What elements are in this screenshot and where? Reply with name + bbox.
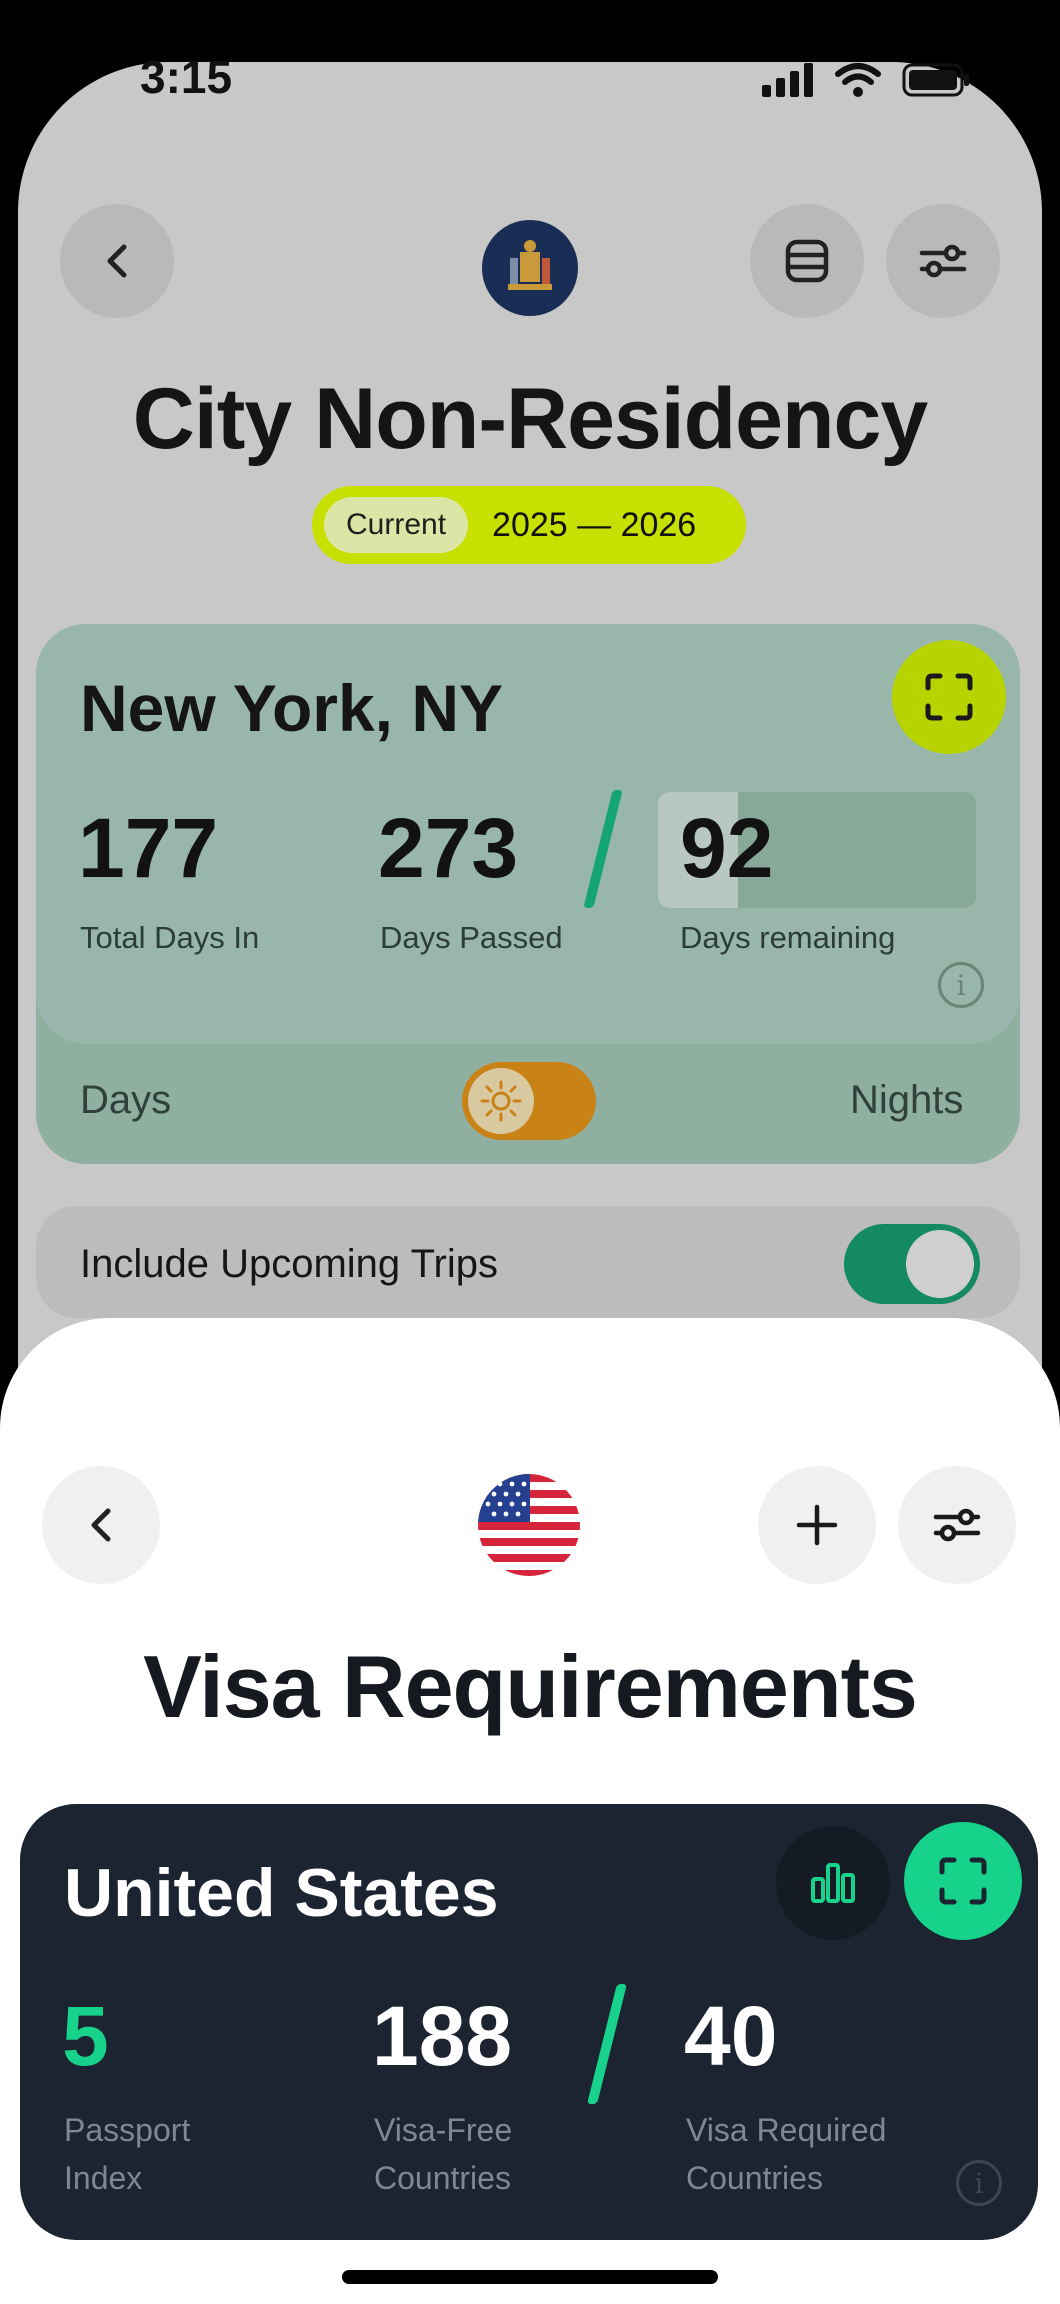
days-passed-label: Days Passed [380,920,563,955]
crest-icon [508,240,552,290]
status-icons [762,62,970,98]
fullscreen-icon [939,1857,987,1905]
sheet-settings-button[interactable] [898,1466,1016,1584]
info-icon[interactable]: i [938,962,984,1008]
current-badge: Current [324,497,469,553]
add-button[interactable] [758,1466,876,1584]
info-icon[interactable]: i [956,2160,1002,2206]
visa-free-value: 188 [372,1989,513,2083]
sheet-title: Visa Requirements [143,1637,918,1736]
back-button[interactable] [60,204,174,318]
statistics-button[interactable] [776,1826,890,1940]
total-days-value: 177 [78,801,219,895]
visa-required-value: 40 [684,1989,778,2083]
days-remaining-value: 92 [680,801,774,895]
sheet-back-button[interactable] [42,1466,160,1584]
nights-label: Nights [850,1078,964,1122]
list-view-button[interactable] [750,204,864,318]
passport-index-label-line1: Passport [64,2112,191,2148]
days-nights-toggle[interactable] [462,1062,596,1140]
battery-icon [902,63,969,97]
total-days-label: Total Days In [80,920,260,955]
upcoming-trips-label: Include Upcoming Trips [80,1242,498,1286]
toggle-knob [906,1230,974,1298]
settings-button[interactable] [886,204,1000,318]
bar-chart-icon [811,1863,855,1903]
plus-icon [796,1504,838,1546]
visa-required-label-line1: Visa Required [686,2112,887,2148]
visa-required-label-line2: Countries [686,2160,823,2196]
sliders-icon [919,244,967,278]
visa-free-label-line1: Visa-Free [374,2112,513,2148]
period-selector[interactable]: Current 2025 — 2026 [312,486,746,564]
sliders-icon [933,1508,981,1542]
cellular-signal-icon [762,63,813,97]
days-passed-value: 273 [378,801,519,895]
city-name: New York, NY [80,671,504,745]
passport-index-label-line2: Index [64,2160,143,2196]
upcoming-trips-toggle[interactable] [844,1224,980,1304]
status-time: 3:15 [140,51,233,103]
passport-index-value: 5 [62,1989,109,2083]
home-indicator[interactable] [342,2270,718,2284]
visa-free-label-line2: Countries [374,2160,511,2196]
back-chevron-icon [107,244,127,278]
expand-button[interactable] [892,640,1006,754]
toggle-knob [468,1068,534,1134]
days-label: Days [80,1078,172,1122]
days-remaining-label: Days remaining [680,920,896,955]
state-crest-icon [482,220,578,316]
us-flag-icon [478,1474,580,1576]
country-name: United States [64,1855,499,1931]
page-title: City Non-Residency [132,371,928,467]
expand-button[interactable] [904,1822,1022,1940]
sun-icon [480,1080,522,1122]
status-bar: 3:15 [0,0,1060,110]
list-icon [785,239,829,283]
wifi-icon [835,63,881,97]
fullscreen-icon [925,673,973,721]
back-chevron-icon [91,1508,111,1542]
period-range: 2025 — 2026 [492,505,697,544]
